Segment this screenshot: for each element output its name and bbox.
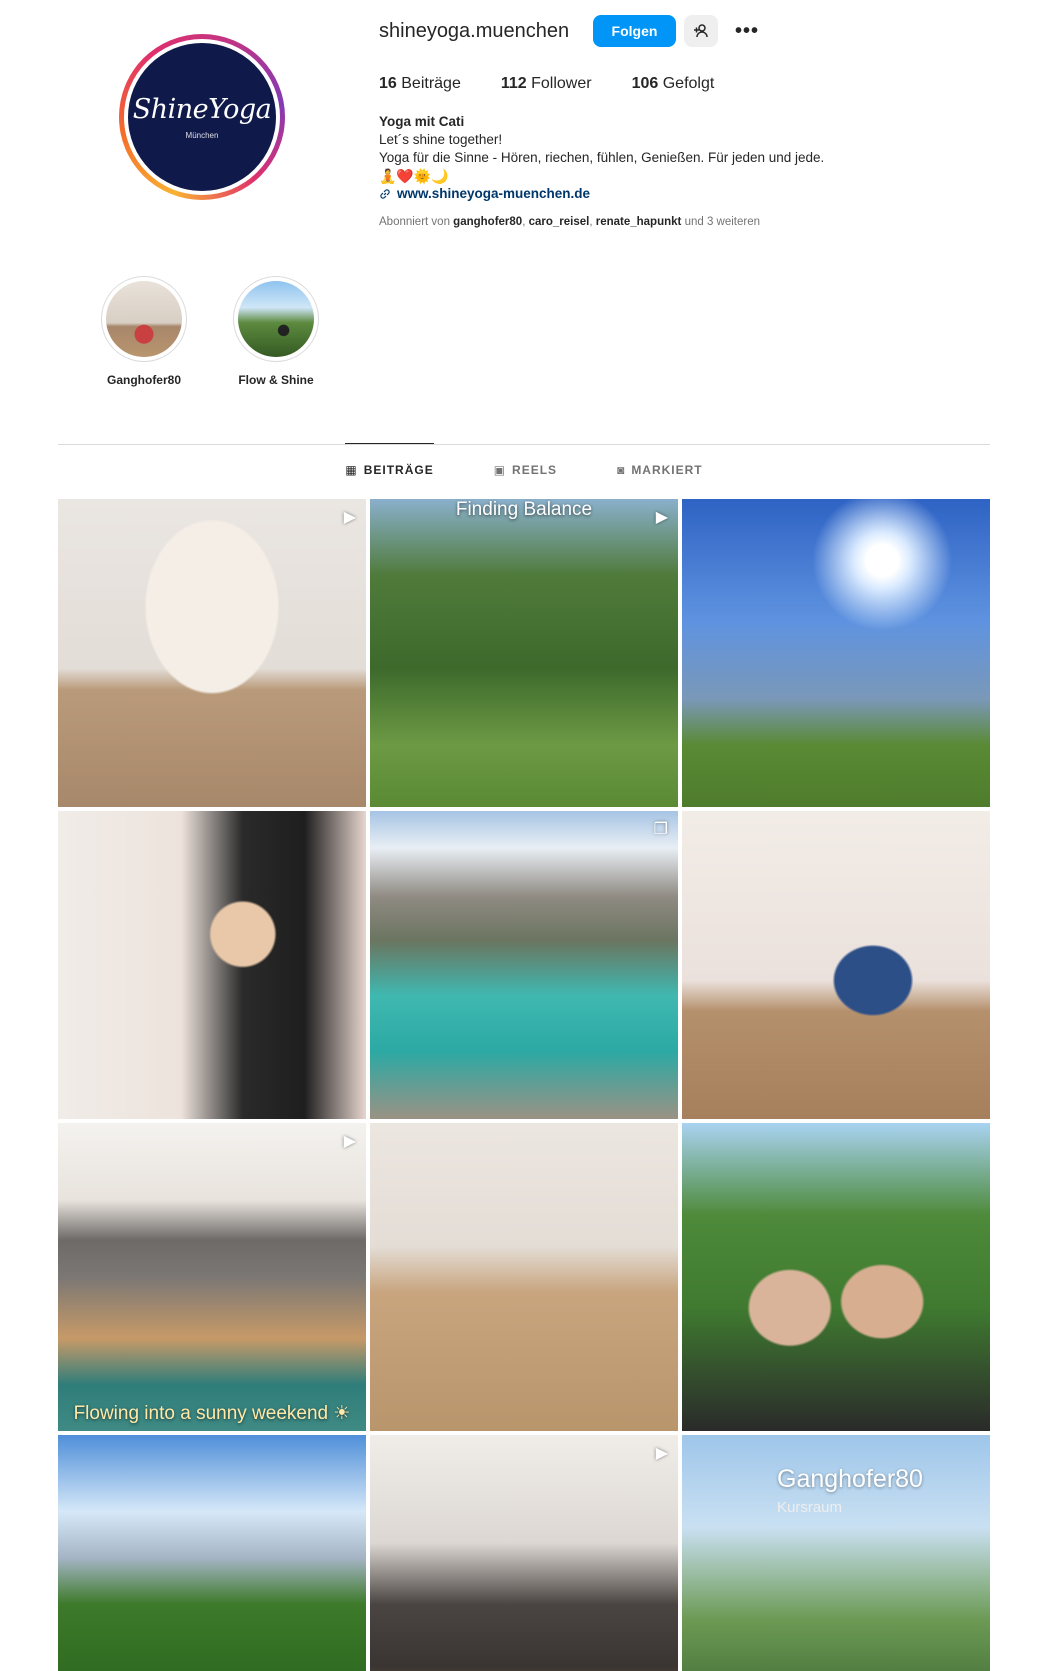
post-tile[interactable] <box>58 1435 366 1671</box>
highlight-flow-shine[interactable]: Flow & Shine <box>233 276 319 387</box>
bio-line-1: Let´s shine together! <box>379 132 503 147</box>
tagged-icon: ◙ <box>617 463 626 477</box>
post-tile[interactable] <box>682 499 990 807</box>
profile-username: shineyoga.muenchen <box>379 20 570 42</box>
link-icon <box>380 189 390 199</box>
post-tile[interactable]: ▶ <box>58 499 366 807</box>
profile-avatar[interactable]: ShineYoga München <box>119 34 285 200</box>
add-person-icon <box>694 24 708 38</box>
followed-by[interactable]: Abonniert von ganghofer80, caro_reisel, … <box>379 216 760 228</box>
tab-posts[interactable]: ▦ BEITRÄGE <box>345 443 434 495</box>
reel-badge-icon: ▶ <box>343 1133 356 1150</box>
post-tile[interactable]: ▶ Flowing into a sunny weekend ☀ <box>58 1123 366 1431</box>
profile-bio: Yoga mit Cati Let´s shine together! Yoga… <box>379 113 824 203</box>
avatar-logo: ShineYoga München <box>128 43 276 191</box>
following-count: 106 <box>631 75 659 92</box>
followed-by-user-2[interactable]: caro_reisel <box>529 216 590 228</box>
highlight-cover <box>106 281 182 357</box>
tab-tagged[interactable]: ◙ MARKIERT <box>617 444 703 496</box>
avatar-logo-text: ShineYoga <box>132 94 272 125</box>
highlight-cover <box>238 281 314 357</box>
carousel-badge-icon: ❐ <box>653 821 668 838</box>
post-caption: Flowing into a sunny weekend ☀ <box>73 1403 351 1424</box>
highlight-ganghofer80[interactable]: Ganghofer80 <box>101 276 187 387</box>
post-caption: Finding Balance <box>455 499 593 520</box>
post-overlay-title: Ganghofer80 <box>777 1465 923 1493</box>
post-tile[interactable] <box>58 811 366 1119</box>
followers-count: 112 <box>500 75 527 92</box>
post-tile[interactable]: ❐ <box>370 811 678 1119</box>
posts-stat: 16 Beiträge <box>379 75 461 93</box>
post-overlay-subtitle: Kursraum <box>777 1499 843 1516</box>
post-tile[interactable]: Ganghofer80 Kursraum <box>682 1435 990 1671</box>
followers-stat[interactable]: 112 Follower <box>501 75 592 93</box>
post-tile[interactable] <box>682 1123 990 1431</box>
bio-line-2: Yoga für die Sinne - Hören, riechen, füh… <box>379 150 825 165</box>
highlight-label: Ganghofer80 <box>106 373 181 387</box>
following-label: Gefolgt <box>662 75 715 92</box>
tab-reels-label: REELS <box>512 463 558 477</box>
followed-by-prefix: Abonniert von <box>379 216 450 228</box>
bio-link-text[interactable]: www.shineyoga-muenchen.de <box>397 185 590 203</box>
follow-button[interactable]: Folgen <box>593 15 676 47</box>
followed-by-suffix: und 3 weiteren <box>684 216 761 228</box>
bio-name: Yoga mit Cati <box>379 114 465 129</box>
grid-icon: ▦ <box>345 462 358 477</box>
tab-reels[interactable]: ▣ REELS <box>494 444 557 496</box>
more-options-button[interactable]: ••• <box>732 15 762 47</box>
post-tile[interactable]: ▶ <box>370 1435 678 1671</box>
post-tile[interactable] <box>370 1123 678 1431</box>
reel-badge-icon: ▶ <box>655 1445 668 1462</box>
tab-posts-label: BEITRÄGE <box>363 462 434 477</box>
post-tile[interactable] <box>682 811 990 1119</box>
highlight-label: Flow & Shine <box>238 373 314 387</box>
bio-emojis: 🧘❤️🌞🌙 <box>379 168 449 184</box>
following-stat[interactable]: 106 Gefolgt <box>632 75 715 93</box>
posts-label: Beiträge <box>401 75 461 92</box>
highlight-ring <box>101 276 187 362</box>
reel-badge-icon: ▶ <box>655 509 668 526</box>
profile-tabs: ▦ BEITRÄGE ▣ REELS ◙ MARKIERT <box>58 443 990 496</box>
followed-by-user-1[interactable]: ganghofer80 <box>453 216 522 228</box>
tab-tagged-label: MARKIERT <box>631 463 703 477</box>
highlight-ring <box>233 276 319 362</box>
bio-link[interactable]: www.shineyoga-muenchen.de <box>379 185 824 203</box>
posts-grid: ▶ Finding Balance ▶ ❐ ▶ Flowing into a s… <box>58 499 990 1671</box>
suggest-people-button[interactable] <box>684 15 718 47</box>
post-tile[interactable]: Finding Balance ▶ <box>370 499 678 807</box>
posts-count: 16 <box>379 75 397 92</box>
followers-label: Follower <box>531 75 592 92</box>
reel-badge-icon: ▶ <box>343 509 356 526</box>
profile-stats: 16 Beiträge 112 Follower 106 Gefolgt <box>379 75 714 93</box>
avatar-logo-subtext: München <box>185 131 219 140</box>
more-icon: ••• <box>734 19 759 42</box>
followed-by-user-3[interactable]: renate_hapunkt <box>596 216 682 228</box>
reels-icon: ▣ <box>493 463 507 477</box>
avatar-border: ShineYoga München <box>124 39 280 195</box>
